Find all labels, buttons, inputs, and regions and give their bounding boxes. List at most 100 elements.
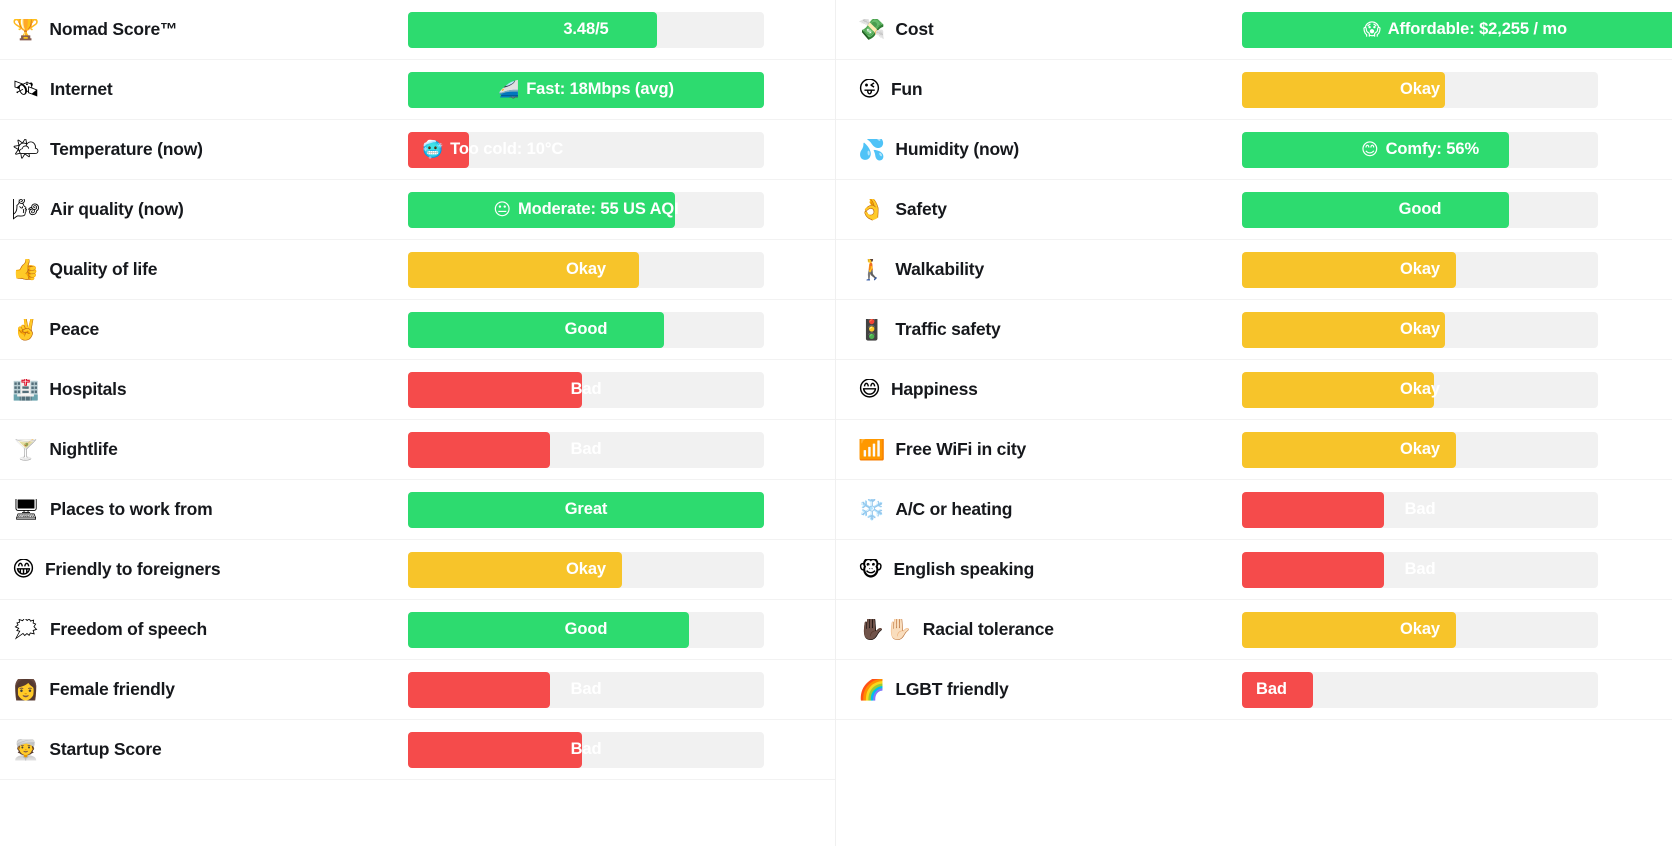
row-rating-bar[interactable]: Okay bbox=[408, 540, 835, 600]
scorecard-row[interactable]: 👳Startup ScoreBad bbox=[0, 720, 835, 780]
scorecard-row[interactable]: ✌️PeaceGood bbox=[0, 300, 835, 360]
thumbs-up-icon: 👍 bbox=[12, 259, 39, 281]
scorecard-row[interactable]: 🚶 Walkability Okay bbox=[836, 240, 1672, 300]
sun-behind-cloud-icon: 🌤 bbox=[12, 139, 40, 161]
scorecard-row[interactable]: ❄️A/C or heatingBad bbox=[836, 480, 1672, 540]
row-label: ✋🏿✋🏻Racial tolerance bbox=[836, 619, 1242, 641]
scorecard-row-spacer bbox=[836, 780, 1672, 840]
scorecard-row[interactable]: 👌SafetyGood bbox=[836, 180, 1672, 240]
cocktail-glass-icon: 🍸 bbox=[12, 439, 39, 461]
scorecard-row[interactable]: 💸Cost😱Affordable: $2,255 / mo bbox=[836, 0, 1672, 60]
row-rating-bar[interactable]: Bad bbox=[1242, 480, 1672, 540]
scorecard-row[interactable]: 🏆Nomad Score™3.48/5 bbox=[0, 0, 835, 60]
row-rating-bar[interactable]: 🥶Too cold: 10°C bbox=[408, 120, 835, 180]
scorecard-row[interactable]: ✋🏿✋🏻Racial toleranceOkay bbox=[836, 600, 1672, 660]
grinning-face-icon: 😁 bbox=[12, 559, 35, 581]
row-rating-bar[interactable]: 🚄Fast: 18Mbps (avg) bbox=[408, 60, 835, 120]
row-rating-bar[interactable]: Good bbox=[1242, 180, 1672, 240]
snowflake-icon: ❄️ bbox=[858, 499, 885, 521]
scorecard-column-left: 🏆Nomad Score™3.48/5🛰Internet🚄Fast: 18Mbp… bbox=[0, 0, 836, 846]
row-label-text: English speaking bbox=[893, 559, 1034, 580]
scorecard-row[interactable]: 📶Free WiFi in cityOkay bbox=[836, 420, 1672, 480]
rating-bar-fill bbox=[1242, 312, 1445, 348]
scorecard-row[interactable]: 💦Humidity (now)😊Comfy: 56% bbox=[836, 120, 1672, 180]
winking-tongue-icon: 😜 bbox=[858, 79, 881, 101]
row-label: 🚦Traffic safety bbox=[836, 319, 1242, 341]
row-rating-bar[interactable]: Bad bbox=[1242, 660, 1672, 720]
scorecard-row[interactable]: 🛰Internet🚄Fast: 18Mbps (avg) bbox=[0, 60, 835, 120]
rating-bar-fill bbox=[408, 132, 469, 168]
scorecard-row[interactable]: 👩Female friendlyBad bbox=[0, 660, 835, 720]
rating-bar-track: Okay bbox=[1242, 72, 1598, 108]
rating-bar-track: Okay bbox=[408, 252, 764, 288]
rating-bar-track: 3.48/5 bbox=[408, 12, 764, 48]
row-rating-bar[interactable]: Okay bbox=[1242, 420, 1672, 480]
row-label: ❄️A/C or heating bbox=[836, 499, 1242, 521]
scorecard-row[interactable]: 👍Quality of lifeOkay bbox=[0, 240, 835, 300]
row-label: 👍Quality of life bbox=[0, 259, 408, 281]
rating-bar-track: Bad bbox=[1242, 672, 1598, 708]
row-rating-bar[interactable]: Bad bbox=[408, 360, 835, 420]
rating-bar-track: 🥶Too cold: 10°C bbox=[408, 132, 764, 168]
row-rating-bar[interactable]: Bad bbox=[408, 420, 835, 480]
rating-bar-fill bbox=[408, 552, 622, 588]
row-label-text: Walkability bbox=[895, 259, 984, 280]
scorecard-row[interactable]: 🚦Traffic safetyOkay bbox=[836, 300, 1672, 360]
row-rating-bar[interactable]: Great bbox=[408, 480, 835, 540]
rating-bar-fill bbox=[408, 492, 764, 528]
row-rating-bar[interactable]: Bad bbox=[408, 720, 835, 780]
scorecard-row[interactable]: 🍸NightlifeBad bbox=[0, 420, 835, 480]
scorecard-row[interactable]: 🌬Air quality (now)😐Moderate: 55 US AQI bbox=[0, 180, 835, 240]
row-rating-bar[interactable]: Okay bbox=[1242, 300, 1672, 360]
scorecard-row[interactable]: 🏥HospitalsBad bbox=[0, 360, 835, 420]
row-rating-bar[interactable]: Bad bbox=[408, 660, 835, 720]
row-rating-bar[interactable]: Okay bbox=[1242, 360, 1672, 420]
rating-bar-fill bbox=[408, 732, 582, 768]
rating-bar-fill bbox=[408, 72, 764, 108]
rating-bar-fill bbox=[408, 252, 639, 288]
row-label: 🚶 Walkability bbox=[836, 259, 1242, 281]
row-rating-bar[interactable]: 😐Moderate: 55 US AQI bbox=[408, 180, 835, 240]
row-rating-bar[interactable]: Okay bbox=[1242, 240, 1672, 300]
row-rating-bar[interactable]: 😊Comfy: 56% bbox=[1242, 120, 1672, 180]
row-rating-bar[interactable]: Good bbox=[408, 300, 835, 360]
row-rating-bar[interactable]: Bad bbox=[1242, 540, 1672, 600]
trophy-icon: 🏆 bbox=[12, 19, 39, 41]
scorecard-row[interactable]: 🌈LGBT friendlyBad bbox=[836, 660, 1672, 720]
row-label-text: Friendly to foreigners bbox=[45, 559, 221, 580]
rating-bar-track: Bad bbox=[408, 672, 764, 708]
row-label-text: Happiness bbox=[891, 379, 978, 400]
scorecard-row[interactable]: 🖥Places to work fromGreat bbox=[0, 480, 835, 540]
scorecard-row[interactable]: 😄HappinessOkay bbox=[836, 360, 1672, 420]
row-label-text: Air quality (now) bbox=[50, 199, 184, 220]
row-label: 🛰Internet bbox=[0, 79, 408, 101]
pedestrian-icon: 🚶 bbox=[858, 259, 885, 281]
rating-bar-track: Bad bbox=[408, 432, 764, 468]
victory-hand-icon: ✌️ bbox=[12, 319, 39, 341]
scorecard-row[interactable]: 😁 Friendly to foreigners Okay bbox=[0, 540, 835, 600]
rating-bar-fill bbox=[408, 12, 657, 48]
row-rating-bar[interactable]: Okay bbox=[1242, 600, 1672, 660]
row-label: 📶Free WiFi in city bbox=[836, 439, 1242, 461]
scorecard-row[interactable]: 😜FunOkay bbox=[836, 60, 1672, 120]
row-label: 😁 Friendly to foreigners bbox=[0, 559, 408, 581]
row-label: 😜Fun bbox=[836, 79, 1242, 101]
scorecard-row[interactable]: 🗯Freedom of speechGood bbox=[0, 600, 835, 660]
rating-bar-track: Bad bbox=[1242, 552, 1598, 588]
person-turban-icon: 👳 bbox=[12, 739, 39, 761]
row-label-text: Places to work from bbox=[50, 499, 213, 520]
row-rating-bar[interactable]: Okay bbox=[408, 240, 835, 300]
rating-value-text: Bad bbox=[571, 680, 602, 699]
row-rating-bar[interactable]: 😱Affordable: $2,255 / mo bbox=[1242, 0, 1672, 60]
row-label: 👌Safety bbox=[836, 199, 1242, 221]
scorecard-row[interactable]: 🐵English speakingBad bbox=[836, 540, 1672, 600]
row-rating-bar[interactable]: Good bbox=[408, 600, 835, 660]
row-label: 🗯Freedom of speech bbox=[0, 619, 408, 641]
row-rating-bar[interactable]: Okay bbox=[1242, 60, 1672, 120]
rating-bar-fill bbox=[408, 192, 675, 228]
row-label: 🍸Nightlife bbox=[0, 439, 408, 461]
ok-hand-icon: 👌 bbox=[858, 199, 885, 221]
row-rating-bar[interactable]: 3.48/5 bbox=[408, 0, 835, 60]
scorecard-row[interactable]: 🌤Temperature (now)🥶Too cold: 10°C bbox=[0, 120, 835, 180]
rating-bar-fill bbox=[1242, 612, 1456, 648]
